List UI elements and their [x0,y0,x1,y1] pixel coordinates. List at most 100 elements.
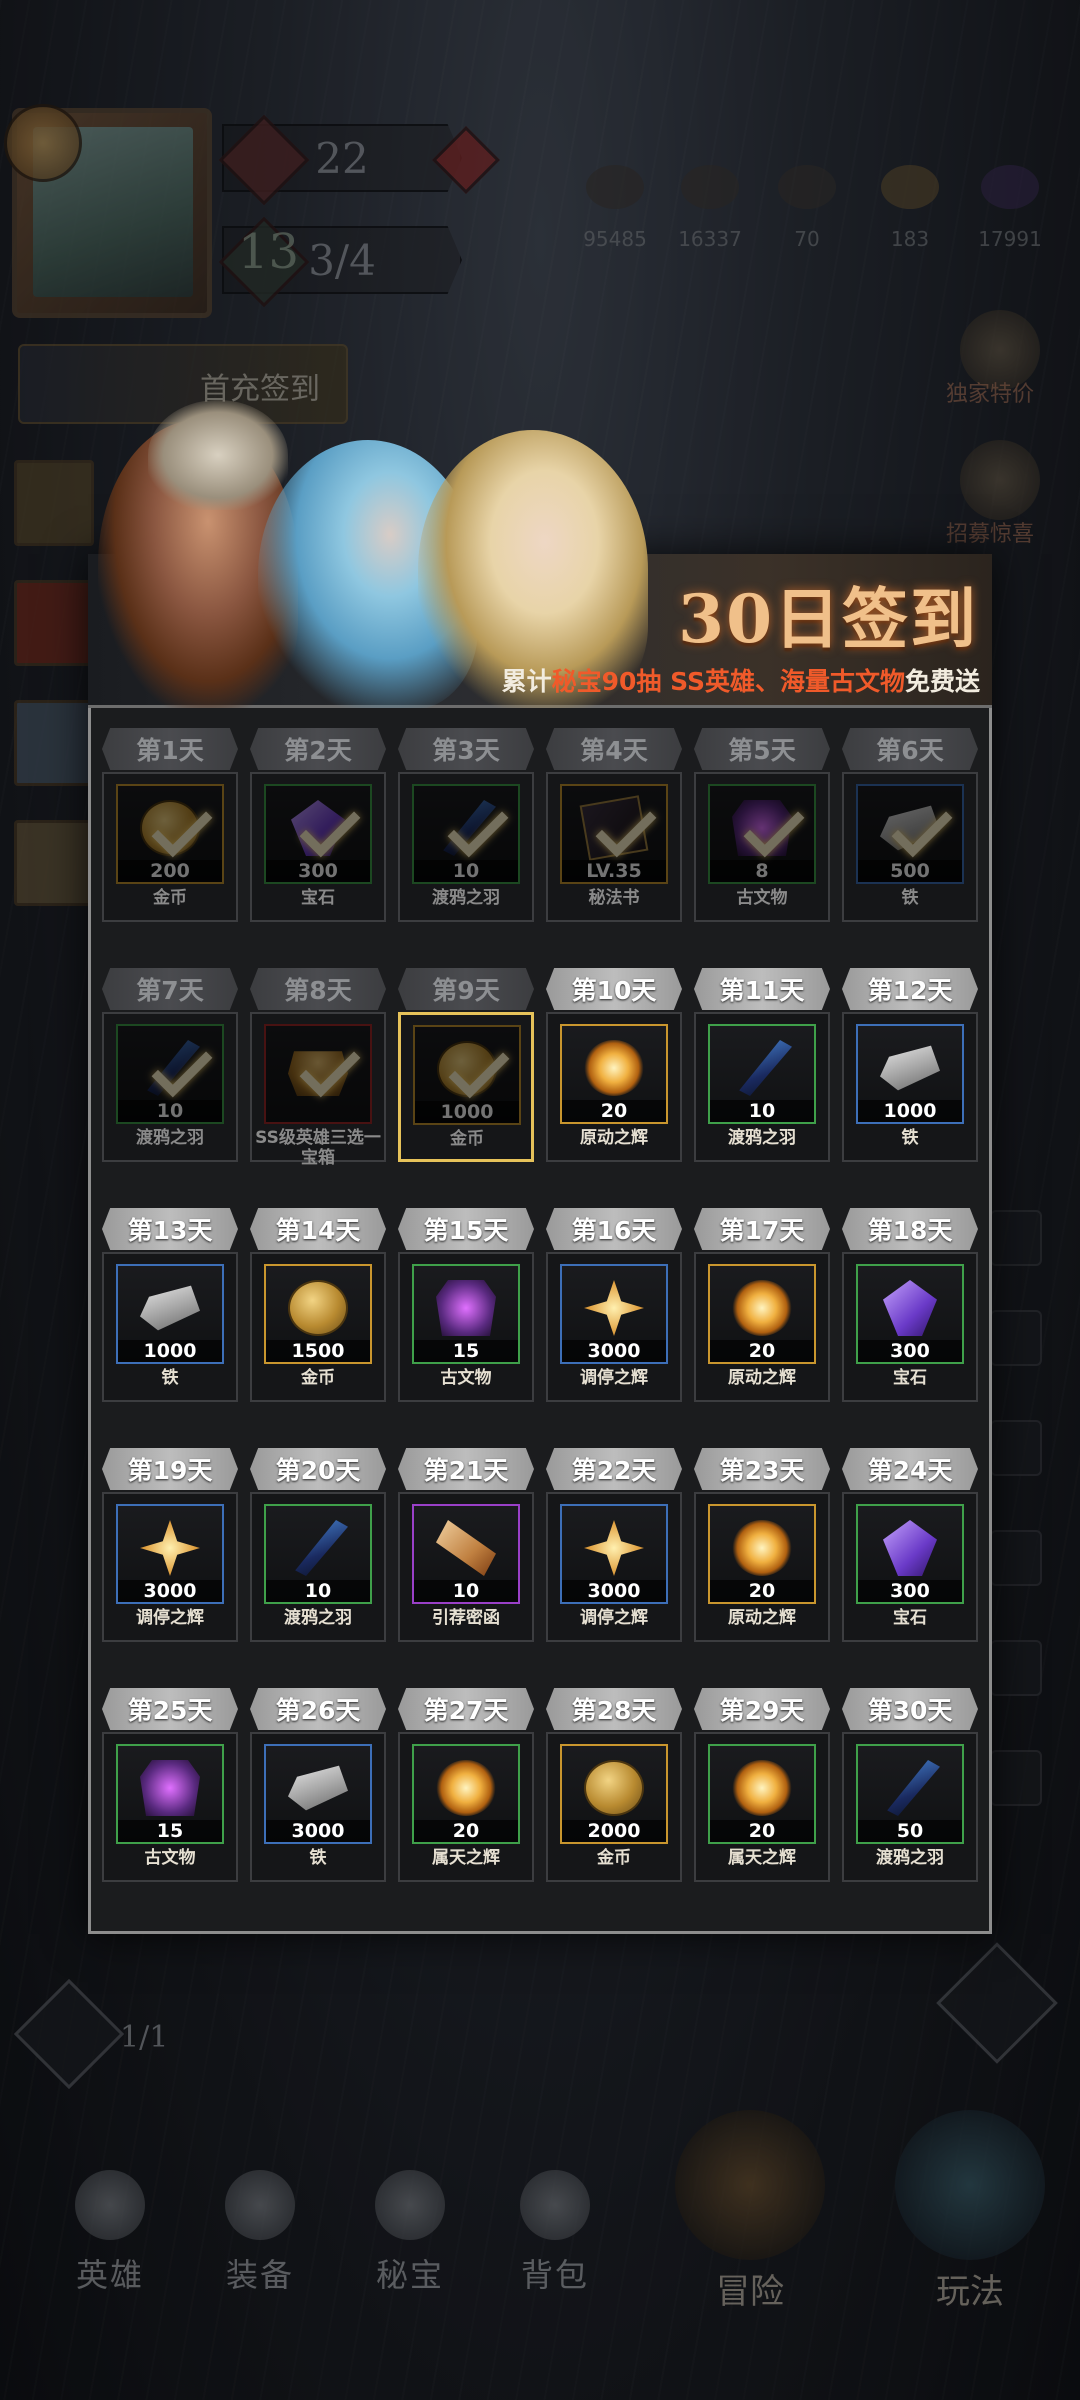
reward-name: 金币 [301,1368,335,1388]
day-cell[interactable]: 第30天 50 渡鸦之羽 [842,1688,978,1902]
day-cell[interactable]: 第12天 1000 铁 [842,968,978,1182]
day-cell[interactable]: 第3天 10 渡鸦之羽 [398,728,534,942]
reward-quantity: 10 [266,1580,370,1602]
reward-card[interactable]: 20 属天之辉 [398,1732,534,1882]
day-cell[interactable]: 第10天 20 原动之辉 [546,968,682,1182]
relic-icon [436,1280,496,1336]
reward-card[interactable]: 10 引荐密函 [398,1492,534,1642]
reward-card[interactable]: 3000 调停之辉 [102,1492,238,1642]
day-cell[interactable]: 第11天 10 渡鸦之羽 [694,968,830,1182]
day-cell[interactable]: 第21天 10 引荐密函 [398,1448,534,1662]
day-cell[interactable]: 第18天 300 宝石 [842,1208,978,1422]
reward-quantity: 500 [858,860,962,882]
reward-card[interactable]: 300 宝石 [842,1252,978,1402]
day-cell[interactable]: 第24天 300 宝石 [842,1448,978,1662]
day-label: 第5天 [694,728,830,770]
reward-quantity: 300 [858,1340,962,1362]
day-cell[interactable]: 第26天 3000 铁 [250,1688,386,1902]
reward-name: 调停之辉 [136,1608,204,1628]
day-cell[interactable]: 第23天 20 原动之辉 [694,1448,830,1662]
day-label: 第14天 [250,1208,386,1250]
day-cell[interactable]: 第6天 500 铁 [842,728,978,942]
reward-card[interactable]: 1000 铁 [842,1012,978,1162]
reward-card[interactable]: 8 古文物 [694,772,830,922]
reward-slot: 15 [412,1264,520,1364]
day-cell[interactable]: 第17天 20 原动之辉 [694,1208,830,1422]
reward-quantity: 3000 [118,1580,222,1602]
day-label: 第27天 [398,1688,534,1730]
reward-card[interactable]: 3000 调停之辉 [546,1492,682,1642]
reward-card[interactable]: 10 渡鸦之羽 [694,1012,830,1162]
day-cell[interactable]: 第8天 SS级英雄三选一宝箱 [250,968,386,1182]
reward-name: 渡鸦之羽 [728,1128,796,1148]
day-cell[interactable]: 第16天 3000 调停之辉 [546,1208,682,1422]
reward-card[interactable]: 20 原动之辉 [694,1252,830,1402]
day-cell[interactable]: 第1天 200 金币 [102,728,238,942]
reward-quantity: 20 [710,1340,814,1362]
reward-card[interactable]: 300 宝石 [250,772,386,922]
day-label: 第29天 [694,1688,830,1730]
reward-name: 宝石 [301,888,335,908]
reward-card[interactable]: 50 渡鸦之羽 [842,1732,978,1882]
day-cell[interactable]: 第9天 1000 金币 [398,968,534,1182]
day-label: 第26天 [250,1688,386,1730]
reward-card[interactable]: 10 渡鸦之羽 [398,772,534,922]
reward-slot: 300 [856,1504,964,1604]
reward-quantity: 8 [710,860,814,882]
day-cell[interactable]: 第13天 1000 铁 [102,1208,238,1422]
reward-name: 铁 [901,888,919,908]
reward-card[interactable]: 2000 金币 [546,1732,682,1882]
day-label: 第16天 [546,1208,682,1250]
day-cell[interactable]: 第22天 3000 调停之辉 [546,1448,682,1662]
reward-name: 原动之辉 [728,1608,796,1628]
day-cell[interactable]: 第15天 15 古文物 [398,1208,534,1422]
reward-slot: 15 [116,1744,224,1844]
reward-slot: 300 [264,784,372,884]
reward-card[interactable]: 15 古文物 [102,1732,238,1882]
reward-card[interactable]: 1500 金币 [250,1252,386,1402]
reward-quantity: 1000 [415,1101,519,1123]
day-cell[interactable]: 第2天 300 宝石 [250,728,386,942]
day-cell[interactable]: 第25天 15 古文物 [102,1688,238,1902]
reward-name: 古文物 [440,1368,492,1388]
reward-quantity: 20 [710,1580,814,1602]
reward-card[interactable]: 20 原动之辉 [694,1492,830,1642]
reward-card[interactable]: LV.35 秘法书 [546,772,682,922]
day-cell[interactable]: 第27天 20 属天之辉 [398,1688,534,1902]
reward-card[interactable]: 300 宝石 [842,1492,978,1642]
reward-slot: 1000 [116,1264,224,1364]
reward-slot: 50 [856,1744,964,1844]
reward-card[interactable]: 1000 金币 [398,1012,534,1162]
reward-quantity: 1000 [118,1340,222,1362]
day-cell[interactable]: 第7天 10 渡鸦之羽 [102,968,238,1182]
day-cell[interactable]: 第28天 2000 金币 [546,1688,682,1902]
reward-card[interactable]: 10 渡鸦之羽 [250,1492,386,1642]
day-label: 第6天 [842,728,978,770]
sun-icon [732,1280,792,1336]
day-cell[interactable]: 第20天 10 渡鸦之羽 [250,1448,386,1662]
reward-card[interactable]: 200 金币 [102,772,238,922]
reward-name: 宝石 [893,1608,927,1628]
reward-quantity: 50 [858,1820,962,1842]
reward-card[interactable]: 10 渡鸦之羽 [102,1012,238,1162]
day-label: 第21天 [398,1448,534,1490]
sun-icon [584,1040,644,1096]
day-cell[interactable]: 第4天 LV.35 秘法书 [546,728,682,942]
day-label: 第10天 [546,968,682,1010]
reward-card[interactable]: 500 铁 [842,772,978,922]
reward-card[interactable]: SS级英雄三选一宝箱 [250,1012,386,1168]
day-label: 第3天 [398,728,534,770]
reward-card[interactable]: 3000 调停之辉 [546,1252,682,1402]
reward-card[interactable]: 1000 铁 [102,1252,238,1402]
day-cell[interactable]: 第5天 8 古文物 [694,728,830,942]
day-cell[interactable]: 第14天 1500 金币 [250,1208,386,1422]
reward-card[interactable]: 15 古文物 [398,1252,534,1402]
day-cell[interactable]: 第29天 20 属天之辉 [694,1688,830,1902]
reward-card[interactable]: 20 原动之辉 [546,1012,682,1162]
reward-card[interactable]: 3000 铁 [250,1732,386,1882]
day-label: 第25天 [102,1688,238,1730]
reward-card[interactable]: 20 属天之辉 [694,1732,830,1882]
day-cell[interactable]: 第19天 3000 调停之辉 [102,1448,238,1662]
day-label: 第12天 [842,968,978,1010]
reward-name: 宝石 [893,1368,927,1388]
